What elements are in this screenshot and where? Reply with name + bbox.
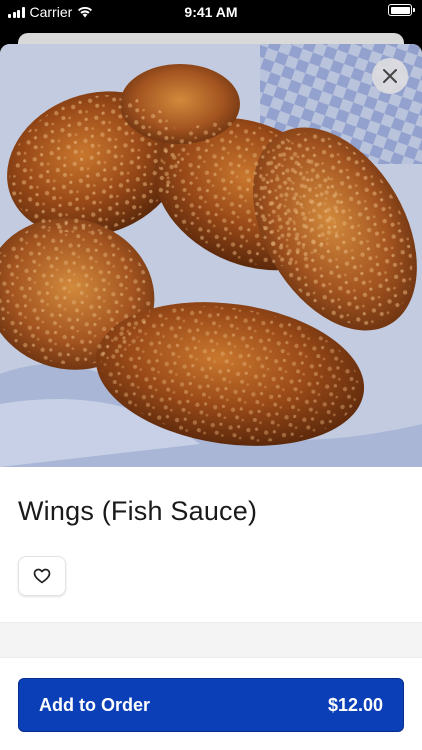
item-photo-illustration (0, 44, 422, 467)
close-button[interactable] (372, 58, 408, 94)
status-time: 9:41 AM (184, 4, 238, 20)
status-right (388, 4, 415, 16)
battery-icon (388, 4, 415, 16)
item-detail-sheet: Wings (Fish Sauce) Add to Order $12.00 (0, 44, 422, 750)
close-icon (383, 69, 397, 83)
add-to-order-label: Add to Order (39, 694, 150, 715)
add-to-order-button[interactable]: Add to Order $12.00 (18, 678, 404, 732)
section-divider (0, 622, 422, 658)
status-bar: Carrier 9:41 AM (0, 0, 422, 24)
item-title: Wings (Fish Sauce) (18, 496, 258, 526)
order-price: $12.00 (327, 694, 383, 715)
heart-icon (33, 568, 51, 584)
item-photo (0, 44, 422, 467)
favorite-button[interactable] (18, 556, 66, 596)
